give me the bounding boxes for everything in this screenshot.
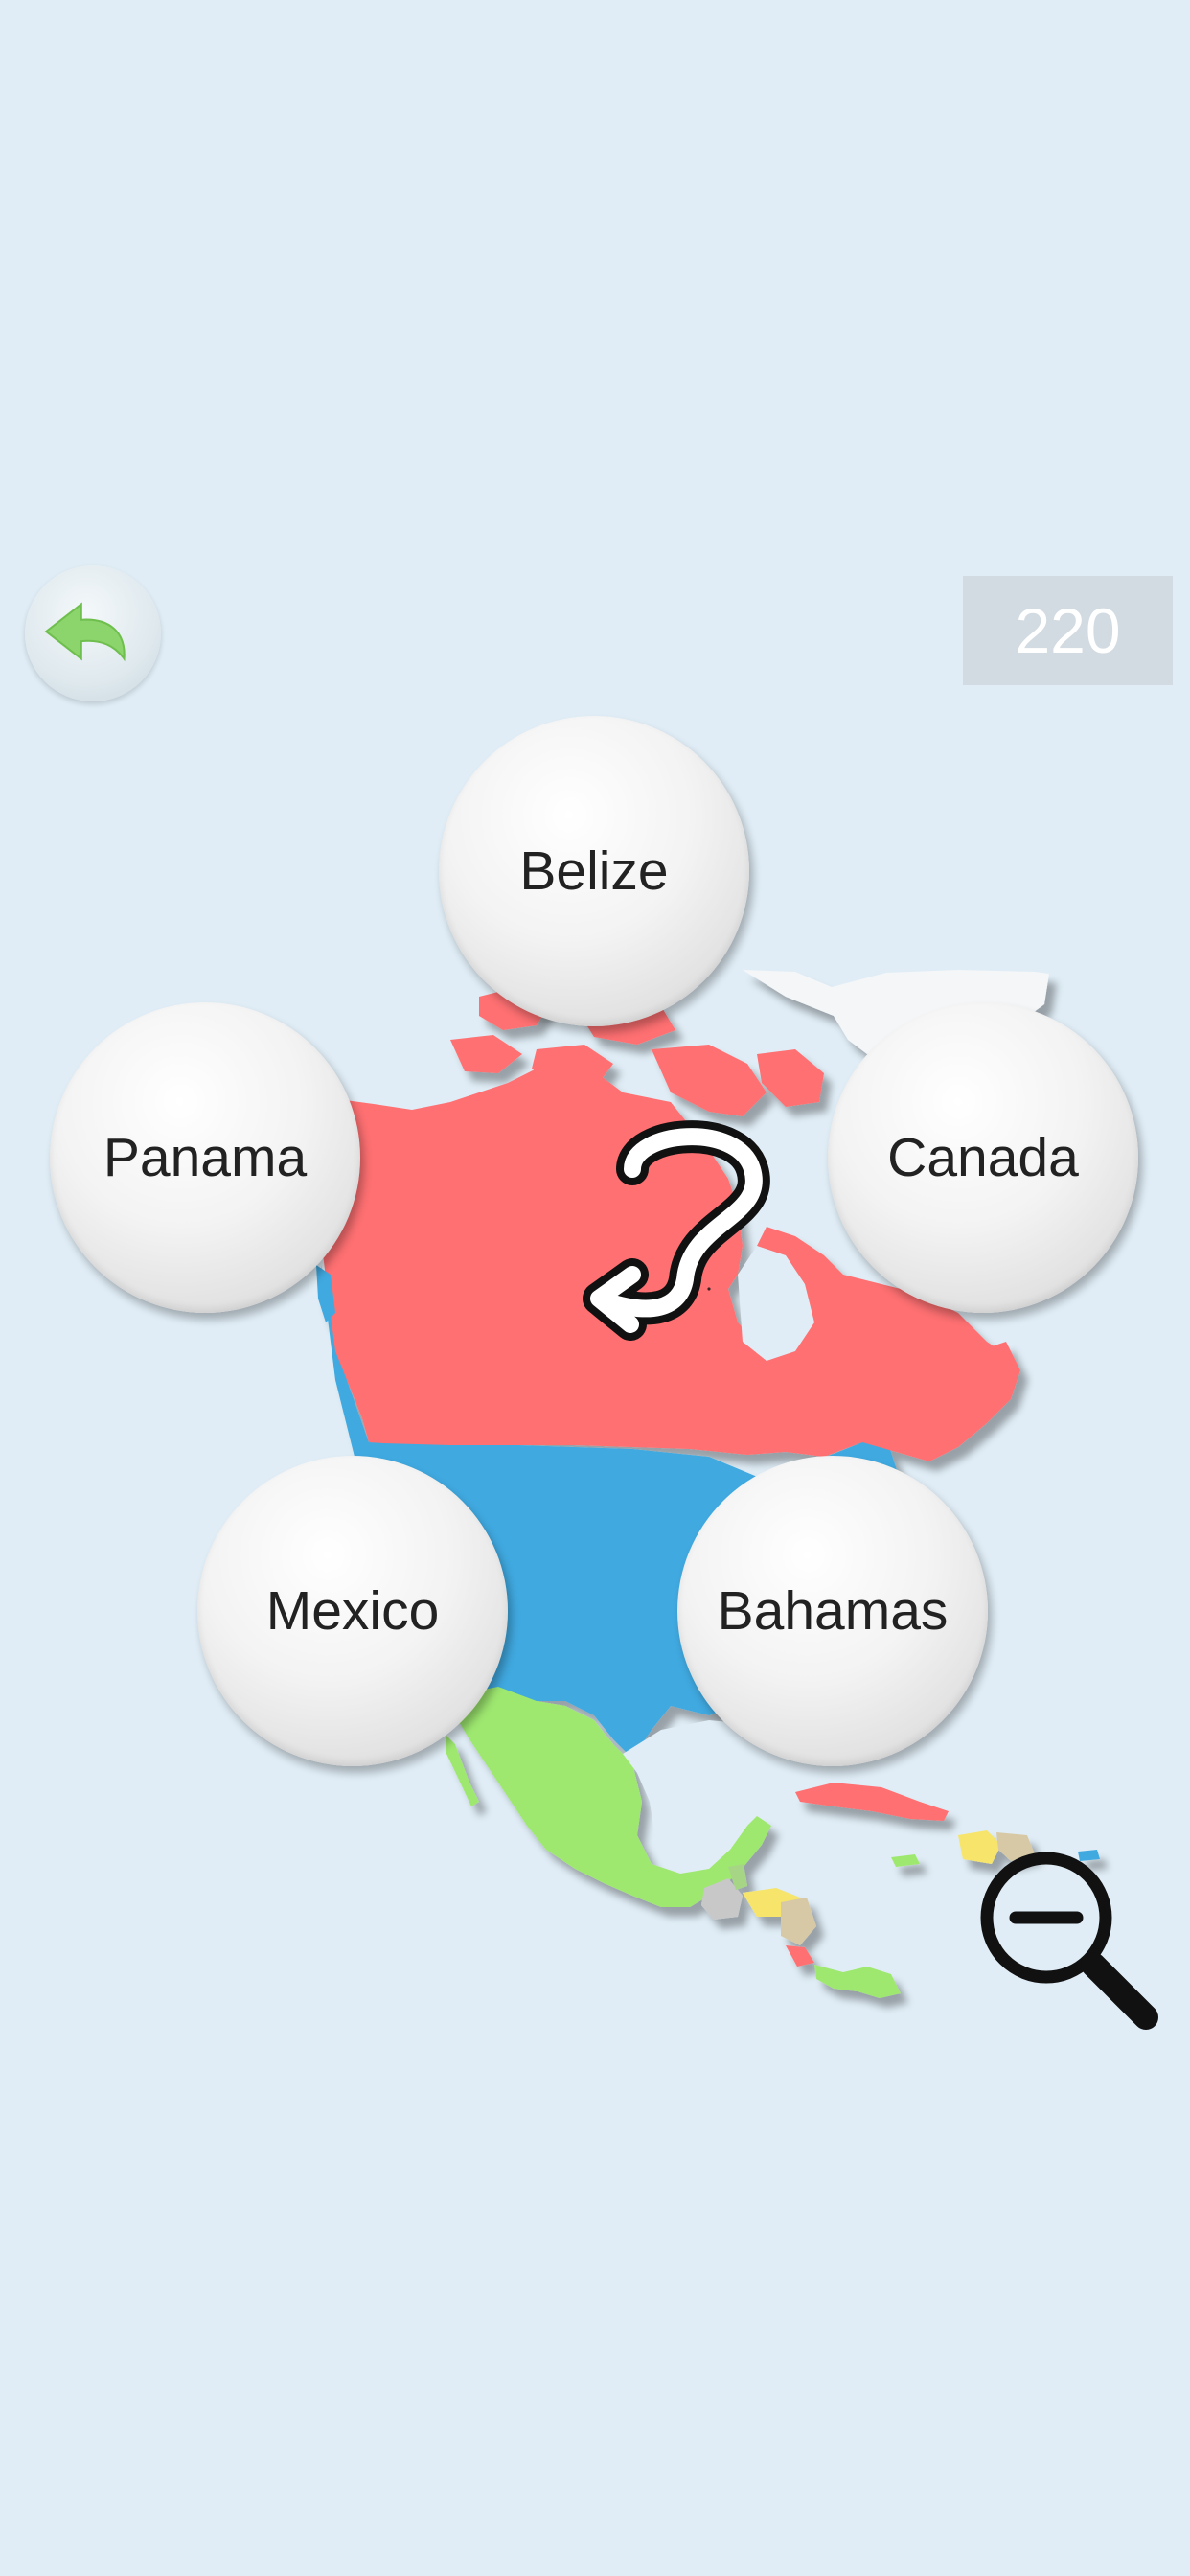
honduras-region [743,1888,805,1917]
answer-panama-button[interactable]: Panama [50,1002,360,1313]
answer-belize-button[interactable]: Belize [439,716,749,1026]
cuba-region [795,1782,949,1821]
nicaragua-region [781,1898,816,1945]
answer-label: Canada [887,1127,1079,1188]
answer-label: Mexico [265,1580,440,1642]
answer-label: Belize [519,840,669,902]
alaska-region [316,1265,335,1322]
arctic-islands-region [652,1045,767,1116]
answer-bahamas-button[interactable]: Bahamas [677,1456,988,1766]
newfoundland-region [977,1342,1020,1399]
costa-rica-region [786,1945,814,1966]
question-mark-icon [583,1120,770,1341]
score-display: 220 [963,576,1173,685]
zoom-out-icon [980,1852,1158,2030]
back-button[interactable] [25,565,161,702]
answer-canada-button[interactable]: Canada [828,1002,1138,1313]
undo-arrow-icon [44,602,126,662]
answer-label: Panama [103,1127,308,1188]
answer-mexico-button[interactable]: Mexico [197,1456,508,1766]
zoom-out-button[interactable] [973,1845,1165,2036]
panama-region [814,1965,901,1998]
arctic-islands-region [757,1049,824,1107]
guatemala-region [701,1878,743,1920]
jamaica-region [891,1854,920,1867]
belize-region [728,1864,747,1890]
arctic-islands-region [532,1045,613,1085]
baja-california-region [446,1735,479,1806]
answer-label: Bahamas [717,1580,949,1642]
arctic-islands-region [450,1035,522,1073]
